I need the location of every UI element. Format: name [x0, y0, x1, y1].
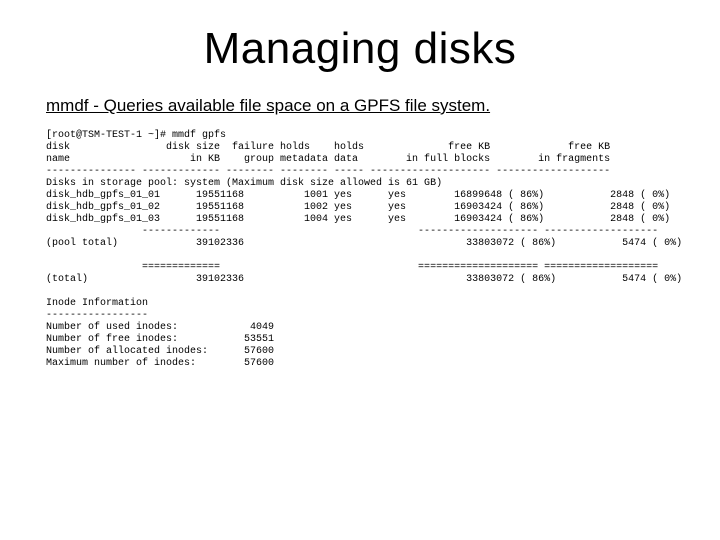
page-title: Managing disks [46, 24, 674, 74]
inode-row: Number of used inodes: 4049 [46, 322, 274, 333]
terminal-output: [root@TSM-TEST-1 ~]# mmdf gpfs disk disk… [46, 130, 674, 370]
separator: --------------- ------------- -------- -… [46, 166, 610, 177]
blank-line [46, 250, 52, 261]
table-header-2: name in KB group metadata data in full b… [46, 154, 610, 165]
inode-row: Number of allocated inodes: 57600 [46, 346, 274, 357]
pool-total-row: (pool total) 39102336 33803072 ( 86%) 54… [46, 238, 682, 249]
terminal-prompt: [root@TSM-TEST-1 ~]# mmdf gpfs [46, 130, 226, 141]
table-row: disk_hdb_gpfs_01_03 19551168 1004 yes ye… [46, 214, 670, 225]
inode-row: Number of free inodes: 53551 [46, 334, 274, 345]
inode-header: Inode Information [46, 298, 148, 309]
separator: ----------------- [46, 310, 148, 321]
slide: Managing disks mmdf - Queries available … [0, 0, 720, 540]
separator: ------------- -------------------- -----… [46, 226, 658, 237]
pool-label: Disks in storage pool: system (Maximum d… [46, 178, 442, 189]
subtitle: mmdf - Queries available file space on a… [46, 96, 674, 116]
table-row: disk_hdb_gpfs_01_02 19551168 1002 yes ye… [46, 202, 670, 213]
table-row: disk_hdb_gpfs_01_01 19551168 1001 yes ye… [46, 190, 670, 201]
table-header-1: disk disk size failure holds holds free … [46, 142, 610, 153]
inode-row: Maximum number of inodes: 57600 [46, 358, 274, 369]
total-row: (total) 39102336 33803072 ( 86%) 5474 ( … [46, 274, 682, 285]
blank-line [46, 286, 52, 297]
separator: ============= ==================== =====… [46, 262, 658, 273]
